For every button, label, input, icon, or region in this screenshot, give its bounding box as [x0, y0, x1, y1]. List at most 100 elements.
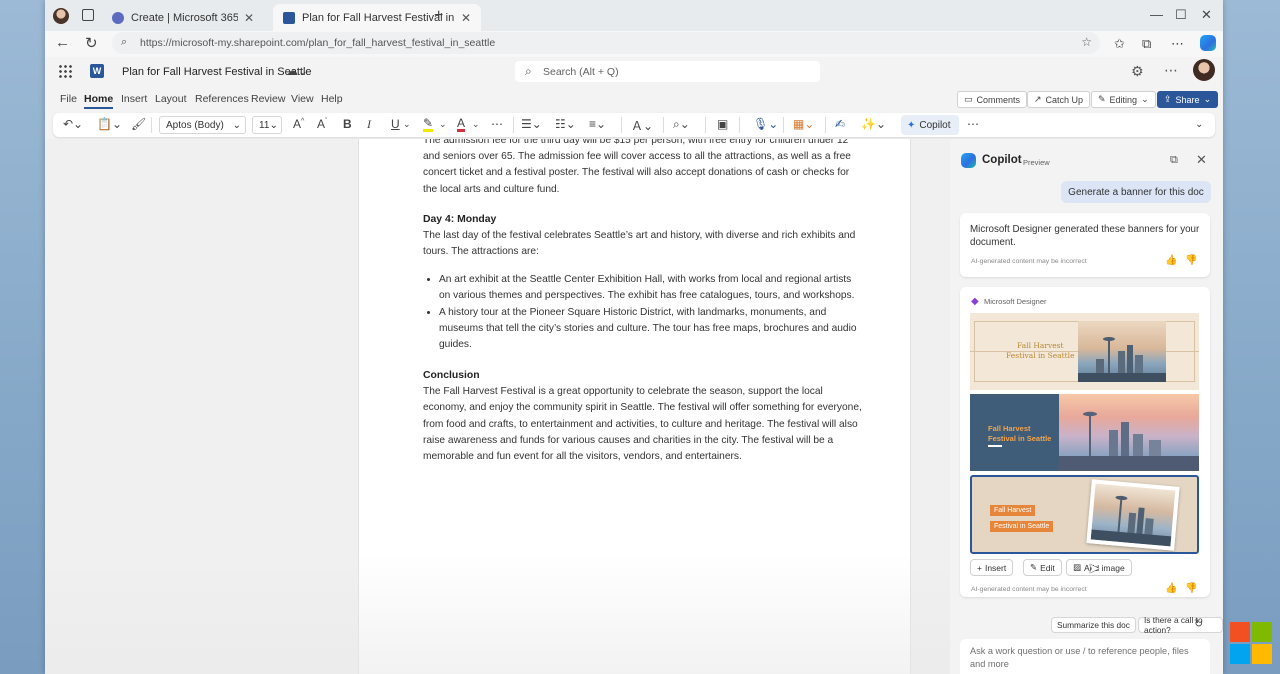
editor-icon[interactable]: ✍: [835, 117, 845, 131]
suggestion-summarize[interactable]: Summarize this doc: [1051, 617, 1136, 633]
menu-help[interactable]: Help: [321, 93, 343, 105]
heading-day4: Day 4: Monday: [423, 213, 497, 225]
close-icon[interactable]: ✕: [244, 11, 254, 25]
collections-icon[interactable]: ⧉: [1142, 36, 1151, 52]
bold-button[interactable]: B: [343, 117, 352, 131]
underline-button[interactable]: U: [391, 117, 400, 131]
banner-option-1[interactable]: Fall Harvest Festival in Seattle: [970, 313, 1199, 390]
dictate-icon[interactable]: 🎙⌄: [753, 117, 778, 131]
banner-option-2[interactable]: Fall Harvest Festival in Seattle: [970, 394, 1199, 471]
align-icon[interactable]: ≡⌄: [589, 117, 606, 131]
tab-create-microsoft365[interactable]: Create | Microsoft 365 ✕: [102, 4, 264, 31]
font-color-icon[interactable]: A: [457, 117, 466, 132]
chevron-down-icon[interactable]: ⌄: [472, 119, 480, 130]
thumbs-up-icon[interactable]: 👍: [1165, 255, 1177, 266]
table-icon[interactable]: ▦⌄: [793, 117, 814, 131]
chevron-down-icon[interactable]: ⌄: [439, 119, 447, 130]
minimize-icon[interactable]: —: [1150, 7, 1163, 22]
expand-ribbon-icon[interactable]: ⌄: [1195, 119, 1203, 130]
menu-review[interactable]: Review: [251, 93, 285, 105]
m365-favicon-icon: [112, 11, 124, 24]
thumbs-down-icon[interactable]: 👎: [1185, 583, 1197, 594]
banner-option-3-selected[interactable]: Fall Harvest Festival in Seattle: [970, 475, 1199, 554]
italic-button[interactable]: I: [367, 117, 371, 132]
grow-font-icon[interactable]: A^: [293, 117, 304, 131]
logo-yellow-square: [1252, 644, 1272, 664]
font-name-select[interactable]: Aptos (Body) ⌄: [159, 116, 246, 134]
search-placeholder: Search (Alt + Q): [543, 65, 619, 78]
settings-gear-icon[interactable]: ⚙: [1131, 63, 1144, 80]
comments-button[interactable]: ▭ Comments: [957, 91, 1028, 108]
tab-bar: Create | Microsoft 365 ✕ Plan for Fall H…: [45, 0, 1223, 31]
new-tab-icon[interactable]: +: [434, 7, 443, 25]
styles-icon[interactable]: Ａ⌄: [631, 117, 653, 134]
banner-text: Fall Harvest Festival in Seattle: [988, 424, 1051, 444]
cloud-saved-icon[interactable]: ☁⌄: [286, 64, 308, 78]
paragraph-intro: The admission fee for the third day will…: [423, 139, 851, 195]
close-icon[interactable]: ✕: [461, 11, 471, 25]
bullets-icon[interactable]: ☰⌄: [521, 117, 542, 131]
chat-input[interactable]: Ask a work question or use / to referenc…: [960, 639, 1210, 674]
app-launcher-icon[interactable]: [58, 64, 72, 78]
address-bar[interactable]: ⌕ https://microsoft-my.sharepoint.com/pl…: [112, 32, 1100, 54]
favorites-icon[interactable]: ✩: [1114, 36, 1125, 52]
document-title[interactable]: Plan for Fall Harvest Festival in Seattl…: [122, 66, 312, 78]
numbering-icon[interactable]: ☷⌄: [555, 117, 576, 131]
favorite-star-icon[interactable]: ☆: [1081, 35, 1092, 49]
popout-icon[interactable]: ⧉: [1170, 154, 1178, 167]
more-font-icon[interactable]: ⋯: [491, 117, 503, 131]
catch-up-button[interactable]: ↗ Catch Up: [1027, 91, 1091, 108]
skyline-icon: [1078, 337, 1166, 382]
undo-icon[interactable]: ↶⌄: [63, 117, 83, 131]
menu-home[interactable]: Home: [84, 93, 114, 109]
search-box[interactable]: ⌕ Search (Alt + Q): [515, 61, 820, 82]
attractions-list: An art exhibit at the Seattle Center Exh…: [423, 272, 863, 353]
comments-label: Comments: [976, 94, 1021, 105]
insert-button[interactable]: + Insert: [970, 559, 1014, 576]
menu-layout[interactable]: Layout: [155, 93, 187, 105]
format-painter-icon[interactable]: 🖌: [131, 117, 146, 131]
font-size-select[interactable]: 11 ⌄: [252, 116, 282, 134]
microsoft-logo-icon: [1230, 622, 1272, 664]
menu-file[interactable]: File: [60, 93, 77, 105]
edge-copilot-icon[interactable]: [1200, 35, 1216, 51]
paste-icon[interactable]: 📋⌄: [97, 117, 122, 131]
highlight-icon[interactable]: ✎: [423, 117, 434, 132]
logo-blue-square: [1230, 644, 1250, 664]
share-button[interactable]: ⇪ Share ⌄: [1157, 91, 1219, 108]
tab-word-document[interactable]: Plan for Fall Harvest Festival in Se ✕: [273, 4, 481, 31]
font-size-value: 11: [259, 119, 270, 131]
designer-icon[interactable]: ✨⌄: [861, 117, 886, 131]
tab-actions-icon[interactable]: [82, 9, 94, 21]
refresh-suggestions-icon[interactable]: ↻: [1194, 617, 1203, 630]
menu-view[interactable]: View: [291, 93, 314, 105]
maximize-icon[interactable]: ☐: [1175, 7, 1187, 23]
editing-mode-button[interactable]: ✎ Editing ⌄: [1091, 91, 1156, 108]
thumbs-up-icon[interactable]: 👍: [1165, 583, 1177, 594]
profile-avatar[interactable]: [53, 8, 69, 24]
close-window-icon[interactable]: ✕: [1201, 7, 1212, 23]
back-icon[interactable]: ←: [55, 34, 70, 51]
edit-button[interactable]: ✎ Edit: [1023, 559, 1062, 576]
copilot-ribbon-button[interactable]: ✦ Copilot: [901, 115, 959, 135]
menu-insert[interactable]: Insert: [121, 93, 147, 105]
account-avatar[interactable]: [1193, 59, 1215, 81]
refresh-icon[interactable]: ↻: [85, 34, 98, 52]
more-commands-icon[interactable]: ⋯: [967, 117, 979, 131]
word-logo-icon[interactable]: W: [90, 64, 104, 78]
document-canvas: The admission fee for the third day will…: [45, 139, 950, 674]
find-icon[interactable]: ⌕⌄: [673, 117, 690, 132]
pencil-icon: ✎: [1098, 94, 1106, 104]
edit-label: Edit: [1040, 562, 1055, 573]
thumbs-down-icon[interactable]: 👎: [1185, 255, 1197, 266]
sensitivity-icon[interactable]: ▣: [717, 117, 728, 131]
more-icon[interactable]: ⋯: [1164, 62, 1178, 79]
document-page[interactable]: The admission fee for the third day will…: [358, 139, 911, 674]
more-options-icon[interactable]: ⋯: [1171, 36, 1184, 52]
menu-references[interactable]: References: [195, 93, 249, 105]
shrink-font-icon[interactable]: Aˇ: [317, 117, 327, 131]
chevron-down-icon[interactable]: ⌄: [403, 119, 411, 130]
close-icon[interactable]: ✕: [1196, 152, 1207, 168]
menu-bar: File Home Insert Layout References Revie…: [45, 88, 1223, 110]
suggestion-call-to-action[interactable]: Is there a call to action?: [1138, 615, 1223, 635]
